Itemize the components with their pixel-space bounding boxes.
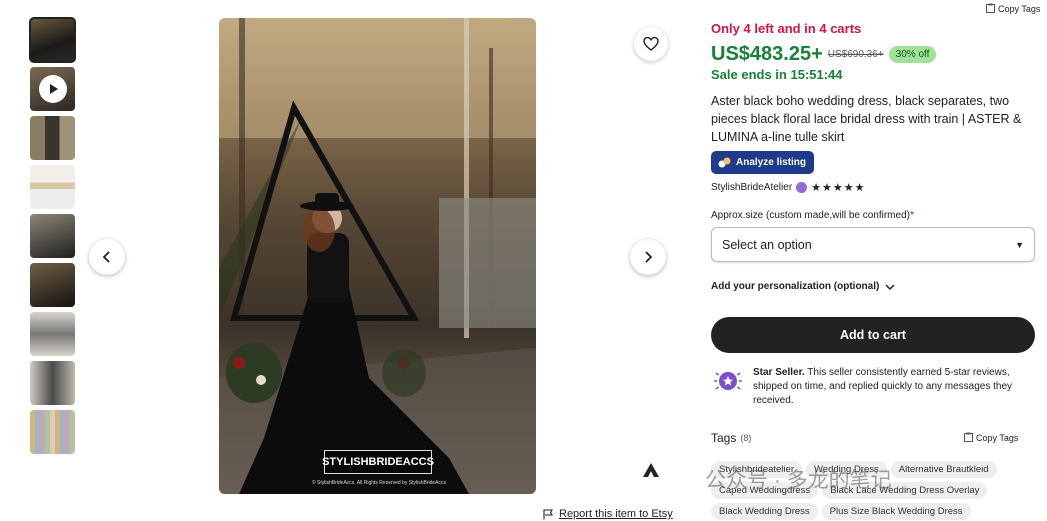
product-title: Aster black boho wedding dress, black se… xyxy=(711,94,1022,144)
sale-countdown: Sale ends in 15:51:44 xyxy=(711,67,843,82)
thumbnail-9[interactable] xyxy=(30,410,75,454)
seller-name[interactable]: StylishBrideAtelier xyxy=(711,182,792,193)
product-page: STYLISHBRIDEACCS © StylishBrideAccs. All… xyxy=(0,0,1047,521)
copy-tags-top-label: Copy Tags xyxy=(998,4,1041,14)
overlay-watermark: 公众号 · 多龙的笔记 xyxy=(705,469,892,492)
copy-tags-label: Copy Tags xyxy=(976,433,1019,443)
chevron-down-icon xyxy=(885,283,895,290)
photo-credit: © StylishBrideAccs. All Rights Reserved … xyxy=(311,480,446,486)
size-select[interactable]: Select an option ▼ xyxy=(711,227,1035,262)
previous-image-button[interactable] xyxy=(89,239,125,275)
play-icon xyxy=(39,75,67,103)
favorite-button[interactable] xyxy=(634,27,668,61)
star-seller-text: Star Seller. This seller consistently ea… xyxy=(753,366,1041,408)
tags-heading: Tags (8) xyxy=(711,431,751,445)
thumbnail-6[interactable] xyxy=(30,263,75,307)
tag-chip[interactable]: Black Wedding Dress xyxy=(711,503,818,520)
chevron-right-icon xyxy=(645,251,653,263)
discount-badge: 30% off xyxy=(888,46,937,63)
tag-chip[interactable]: Alternative Brautkleid xyxy=(890,461,997,478)
caret-down-icon: ▼ xyxy=(1015,239,1024,250)
thumbnail-4[interactable] xyxy=(30,165,75,209)
extension-logo-icon[interactable] xyxy=(634,456,668,484)
report-link-label: Report this item to Etsy xyxy=(559,508,673,520)
heart-icon xyxy=(643,36,659,51)
size-select-value: Select an option xyxy=(722,237,812,252)
required-mark: * xyxy=(909,210,914,221)
add-to-cart-button[interactable]: Add to cart xyxy=(711,317,1035,353)
thumbnail-video[interactable] xyxy=(30,67,75,111)
clipboard-icon xyxy=(986,3,995,13)
tags-title: Tags xyxy=(711,431,737,445)
thumbnail-1[interactable] xyxy=(29,17,76,63)
seller-rating-stars: ★★★★★ xyxy=(811,182,866,194)
original-price: US$690.36+ xyxy=(827,49,884,60)
price-row: US$483.25+ US$690.36+ 30% off xyxy=(711,43,937,66)
main-product-image: STYLISHBRIDEACCS © StylishBrideAccs. All… xyxy=(219,18,536,494)
copy-tags-button[interactable]: Copy Tags xyxy=(964,432,1018,444)
size-label: Approx.size (custom made,will be confirm… xyxy=(711,210,914,221)
chevron-left-icon xyxy=(102,251,110,263)
star-seller-info: Star Seller. This seller consistently ea… xyxy=(711,366,1041,408)
tags-count: (8) xyxy=(740,433,752,443)
next-image-button[interactable] xyxy=(630,239,666,275)
seller-row: StylishBrideAtelier ★★★★★ xyxy=(711,181,865,194)
thumbnail-5[interactable] xyxy=(30,214,75,258)
clipboard-icon xyxy=(964,432,973,442)
star-seller-icon xyxy=(711,366,745,396)
size-label-text: Approx.size (custom made,will be confirm… xyxy=(711,210,910,221)
star-seller-badge-icon xyxy=(796,182,808,193)
tag-chip[interactable]: Plus Size Black Wedding Dress xyxy=(821,503,971,520)
thumbnail-8[interactable] xyxy=(30,361,75,405)
report-item-link[interactable]: Report this item to Etsy xyxy=(543,508,673,520)
brand-watermark: STYLISHBRIDEACCS xyxy=(322,450,434,474)
thumbnail-strip xyxy=(29,17,76,459)
personalization-toggle[interactable]: Add your personalization (optional) xyxy=(711,281,895,292)
current-price: US$483.25+ xyxy=(711,43,823,65)
stock-notice: Only 4 left and in 4 carts xyxy=(711,21,862,36)
analyze-listing-label: Analyze listing xyxy=(736,157,807,168)
chart-bubble-icon xyxy=(718,157,731,168)
thumbnail-7[interactable] xyxy=(30,312,75,356)
thumbnail-3[interactable] xyxy=(30,116,75,160)
personalization-label: Add your personalization (optional) xyxy=(711,281,880,292)
bride-photo-illustration xyxy=(219,18,536,494)
star-seller-title: Star Seller. xyxy=(753,367,805,378)
flag-icon xyxy=(543,508,553,519)
copy-tags-top-button[interactable]: Copy Tags xyxy=(986,3,1040,15)
analyze-listing-button[interactable]: Analyze listing xyxy=(711,151,815,174)
